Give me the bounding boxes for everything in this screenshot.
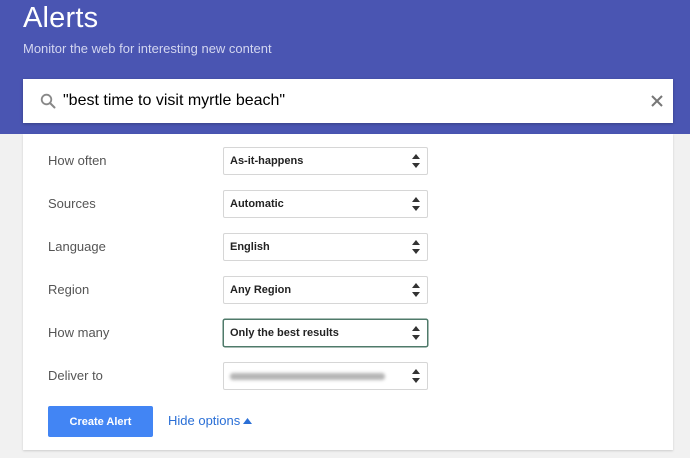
option-label: How many	[48, 325, 110, 340]
select-arrows-icon	[412, 369, 420, 383]
select-arrows-icon	[412, 197, 420, 211]
select-value: Automatic	[230, 198, 284, 210]
option-row-sources: Sources Automatic	[23, 190, 673, 218]
options-panel: How often As-it-happens Sources Automati…	[23, 134, 673, 450]
option-label: Deliver to	[48, 368, 103, 383]
option-label: Region	[48, 282, 90, 297]
close-icon[interactable]	[650, 94, 664, 108]
search-icon	[40, 93, 56, 109]
select-value: Any Region	[230, 284, 292, 296]
option-row-how-many: How many Only the best results	[23, 319, 673, 347]
option-label: Sources	[48, 196, 96, 211]
page-subtitle: Monitor the web for interesting new cont…	[23, 41, 272, 56]
option-row-region: Region Any Region	[23, 276, 673, 304]
region-select[interactable]: Any Region	[223, 276, 428, 304]
hide-options-link[interactable]: Hide options	[168, 413, 240, 428]
select-arrows-icon	[412, 154, 420, 168]
option-row-how-often: How often As-it-happens	[23, 147, 673, 175]
deliver-to-select[interactable]	[223, 362, 428, 390]
select-arrows-icon	[412, 283, 420, 297]
how-many-select[interactable]: Only the best results	[223, 319, 428, 347]
create-alert-button[interactable]: Create Alert	[48, 406, 153, 437]
redacted-email	[230, 370, 385, 382]
how-often-select[interactable]: As-it-happens	[223, 147, 428, 175]
sources-select[interactable]: Automatic	[223, 190, 428, 218]
select-value: Only the best results	[230, 327, 339, 339]
caret-up-icon[interactable]	[243, 418, 252, 424]
select-arrows-icon	[412, 240, 420, 254]
search-input[interactable]	[63, 79, 633, 123]
option-row-language: Language English	[23, 233, 673, 261]
option-label: Language	[48, 239, 106, 254]
select-value: As-it-happens	[230, 155, 304, 167]
option-label: How often	[48, 153, 107, 168]
search-box[interactable]	[23, 79, 673, 123]
page-title: Alerts	[23, 2, 99, 34]
language-select[interactable]: English	[223, 233, 428, 261]
option-row-deliver-to: Deliver to	[23, 362, 673, 390]
select-arrows-icon	[412, 326, 420, 340]
select-value: English	[230, 241, 270, 253]
